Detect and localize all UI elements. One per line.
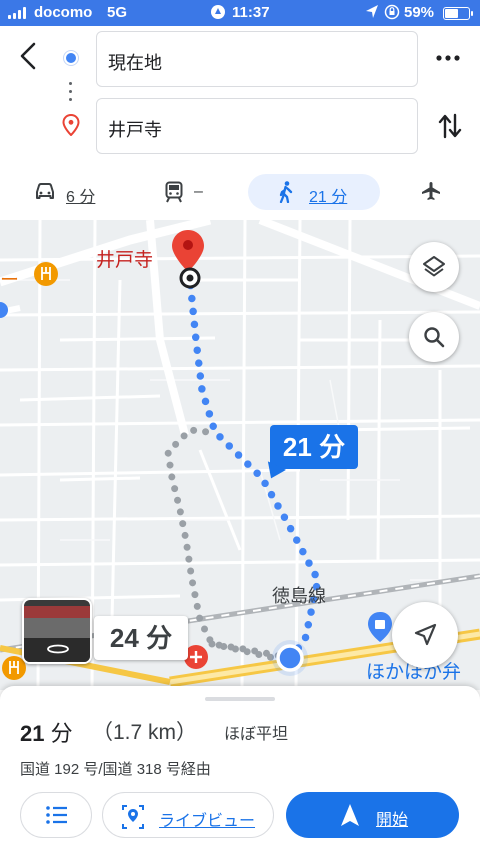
route-duration: 21 分	[20, 716, 73, 748]
battery-percent: 59%	[404, 4, 435, 21]
tab-flight[interactable]	[412, 174, 452, 210]
list-icon	[46, 806, 67, 824]
car-icon	[36, 183, 54, 199]
tab-car[interactable]: 6 分	[28, 174, 118, 210]
layers-icon	[423, 256, 445, 277]
navigation-start-icon	[341, 804, 359, 826]
current-location-dot	[276, 644, 304, 672]
alarm-icon	[210, 4, 226, 24]
back-button[interactable]	[12, 38, 44, 74]
route-duration-unit: 分	[50, 721, 73, 746]
origin-dot-icon	[64, 51, 78, 65]
network-type: 5G	[107, 4, 128, 21]
tab-car-label: 6 分	[66, 189, 96, 206]
route-time-bubble[interactable]: 21 分	[270, 425, 358, 469]
tab-walk[interactable]: 21 分	[248, 174, 380, 210]
orientation-lock-icon	[384, 4, 400, 24]
swap-vertical-icon	[438, 113, 462, 139]
status-bar: docomo 5G 11:37 59%	[0, 0, 480, 26]
route-duration-value: 21	[20, 721, 45, 746]
travel-mode-tabs: 6 分 – 21 分	[0, 171, 480, 215]
route-connector-icon	[69, 82, 73, 102]
route-via: 国道 192 号/国道 318 号経由	[20, 761, 211, 778]
rail-line-label: 徳島線	[272, 586, 326, 606]
restaurant-poi-icon	[34, 262, 58, 286]
destination-field[interactable]: 井戸寺	[96, 98, 418, 154]
destination-map-label: 井戸寺	[96, 250, 154, 271]
signal-icon	[8, 7, 28, 19]
tab-transit-label: –	[194, 183, 203, 200]
alt-route-time[interactable]: 24 分	[94, 616, 188, 660]
live-view-button[interactable]: ライブビュー	[102, 792, 274, 838]
recenter-button[interactable]	[392, 602, 458, 668]
tab-walk-label: 21 分	[309, 189, 348, 206]
navigation-arrow-icon	[414, 623, 437, 646]
search-icon	[424, 327, 445, 348]
battery-fill	[445, 9, 458, 18]
more-options-button[interactable]	[432, 46, 464, 70]
route-distance: （1.7 km）	[92, 721, 198, 744]
airplane-icon	[422, 182, 440, 200]
route-details-sheet: 21 分 （1.7 km） ほぼ平坦 国道 192 号/国道 318 号経由 ラ…	[0, 686, 480, 854]
tab-transit[interactable]: –	[160, 174, 230, 210]
sheet-drag-handle[interactable]	[205, 697, 275, 701]
layers-button[interactable]	[409, 242, 459, 292]
alt-route-card[interactable]: 24 分	[20, 598, 188, 664]
steps-button[interactable]	[20, 792, 92, 838]
start-label: 開始	[376, 812, 409, 829]
chevron-left-icon	[20, 42, 36, 70]
directions-header: 現在地 井戸寺 6 分 – 21 分	[0, 26, 480, 220]
street-view-thumbnail[interactable]	[22, 598, 92, 664]
live-view-icon	[122, 805, 144, 829]
status-time: 11:37	[232, 4, 270, 21]
carrier-name: docomo	[34, 4, 93, 21]
swap-button[interactable]	[436, 111, 464, 141]
location-arrow-icon	[365, 4, 379, 24]
origin-field[interactable]: 現在地	[96, 31, 418, 87]
rotate-360-icon	[47, 644, 69, 654]
poi-map-label: ー	[0, 270, 20, 291]
train-icon	[165, 181, 183, 203]
live-view-label: ライブビュー	[159, 813, 256, 830]
start-navigation-button[interactable]: 開始	[286, 792, 459, 838]
more-horizontal-icon	[436, 55, 460, 61]
walking-icon	[279, 181, 293, 203]
route-terrain: ほぼ平坦	[224, 726, 289, 743]
destination-pin-icon	[62, 113, 80, 137]
search-along-route-button[interactable]	[409, 312, 459, 362]
map-view[interactable]: 井戸寺 ー 徳島線 ほかほか弁 21 分 24 分	[0, 220, 480, 690]
battery-icon	[443, 7, 473, 20]
